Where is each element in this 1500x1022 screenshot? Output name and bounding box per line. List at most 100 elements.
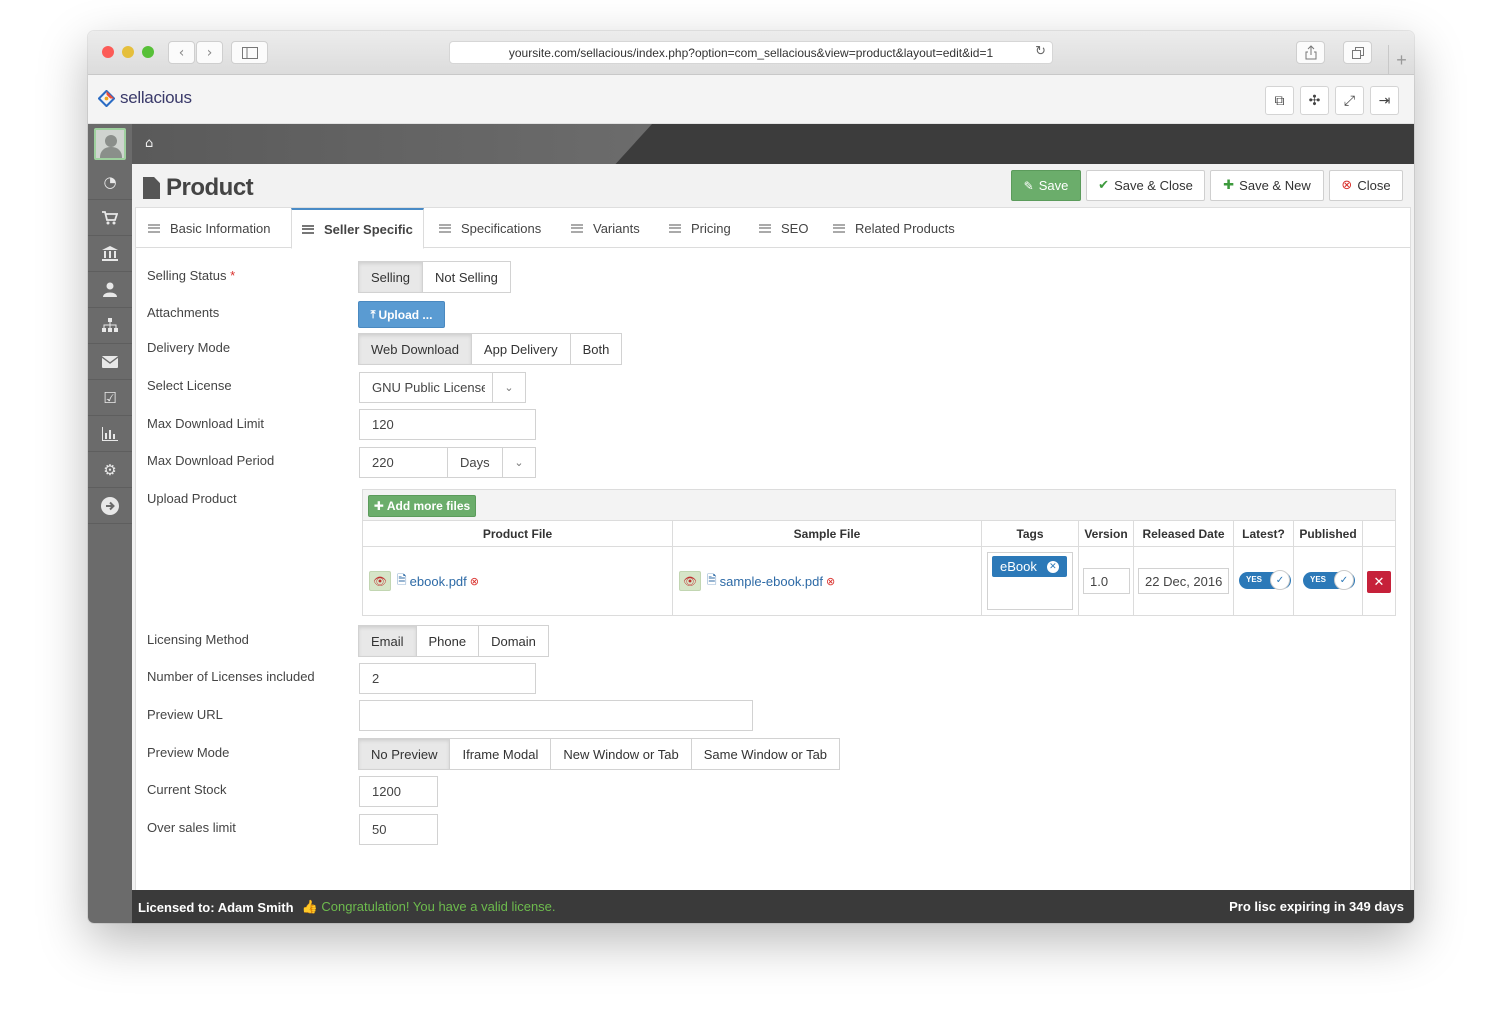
avatar-head bbox=[105, 135, 117, 147]
sidebar-item-messages[interactable] bbox=[88, 344, 132, 380]
both-option[interactable]: Both bbox=[569, 333, 623, 365]
eye-icon[interactable]: 👁 bbox=[679, 571, 701, 591]
not-selling-option[interactable]: Not Selling bbox=[422, 261, 511, 293]
forward-button[interactable]: › bbox=[196, 41, 223, 64]
sidebar-item-settings[interactable]: ⚙ bbox=[88, 452, 132, 488]
tab-specifications[interactable]: Specifications bbox=[429, 208, 551, 248]
edit-icon: ✎ bbox=[1023, 178, 1034, 193]
share-button[interactable] bbox=[1296, 41, 1325, 64]
delete-row-button[interactable]: ✕ bbox=[1367, 571, 1391, 593]
new-tab-button[interactable]: + bbox=[1388, 45, 1414, 75]
valid-license-text: Congratulation! You have a valid license… bbox=[321, 899, 556, 914]
iframe-modal-option[interactable]: Iframe Modal bbox=[449, 738, 552, 770]
app-delivery-option[interactable]: App Delivery bbox=[470, 333, 571, 365]
num-licenses-input[interactable]: 2 bbox=[359, 663, 536, 694]
tab-label: Related Products bbox=[855, 220, 955, 236]
checkbox-icon: ☑ bbox=[103, 388, 117, 407]
sidebar-item-orders[interactable] bbox=[88, 200, 132, 236]
save-new-button[interactable]: ✚ Save & New bbox=[1210, 170, 1324, 201]
sidebar-item-catalogue[interactable] bbox=[88, 236, 132, 272]
sidebar-item-collapse[interactable] bbox=[88, 488, 132, 524]
tab-label: Variants bbox=[593, 220, 640, 236]
minimize-window-button[interactable] bbox=[122, 46, 134, 58]
max-download-period-label: Max Download Period bbox=[147, 453, 275, 468]
fullscreen-button[interactable]: ⤢ bbox=[1335, 86, 1364, 115]
new-window-option[interactable]: New Window or Tab bbox=[550, 738, 692, 770]
period-unit-select[interactable]: Days ⌄ bbox=[447, 447, 536, 478]
current-stock-input[interactable]: 1200 bbox=[359, 776, 438, 807]
phone-option[interactable]: Phone bbox=[415, 625, 480, 657]
latest-toggle[interactable]: YES ✓ bbox=[1239, 570, 1291, 590]
selling-status-label-text: Selling Status bbox=[147, 268, 227, 283]
sidebar-icon bbox=[241, 46, 258, 59]
sample-file-cell: 👁 🗎 sample-ebook.pdf ⊗ bbox=[673, 547, 982, 615]
sidebar-item-users[interactable] bbox=[88, 272, 132, 308]
upload-label: Upload ... bbox=[378, 307, 433, 322]
tab-variants[interactable]: Variants bbox=[561, 208, 650, 248]
upload-button[interactable]: ⤒ Upload ... bbox=[358, 301, 445, 328]
latest-cell: YES ✓ bbox=[1234, 547, 1294, 615]
max-download-limit-input[interactable]: 120 bbox=[359, 409, 536, 440]
valid-license-message: 👍 Congratulation! You have a valid licen… bbox=[302, 899, 556, 915]
tab-label: Pricing bbox=[691, 220, 731, 236]
avatar[interactable] bbox=[94, 128, 126, 160]
remove-tag-icon[interactable]: ✕ bbox=[1046, 560, 1059, 573]
remove-file-icon[interactable]: ⊗ bbox=[826, 575, 835, 588]
product-file-link[interactable]: 🗎 ebook.pdf ⊗ bbox=[397, 571, 479, 592]
reload-icon[interactable]: ↻ bbox=[1035, 44, 1046, 59]
save-close-button[interactable]: ✔ Save & Close bbox=[1086, 170, 1205, 201]
open-site-button[interactable]: ⧉ bbox=[1265, 86, 1294, 115]
logo-text: sellacious bbox=[120, 88, 192, 107]
external-link-icon: ⧉ bbox=[1274, 92, 1285, 109]
logo[interactable]: sellacious bbox=[98, 88, 192, 108]
sidebar-item-tasks[interactable]: ☑ bbox=[88, 380, 132, 416]
address-bar[interactable]: yoursite.com/sellacious/index.php?option… bbox=[449, 41, 1053, 64]
eye-icon[interactable]: 👁 bbox=[369, 571, 391, 591]
tabs-overview-button[interactable] bbox=[1343, 41, 1372, 64]
tab-label: Basic Information bbox=[170, 220, 271, 236]
remove-file-icon[interactable]: ⊗ bbox=[470, 575, 479, 588]
sidebar-item-dashboard[interactable]: ◔ bbox=[88, 164, 132, 200]
preview-url-input[interactable] bbox=[359, 700, 753, 731]
joomla-button[interactable]: ✣ bbox=[1300, 86, 1329, 115]
over-sales-limit-input[interactable]: 50 bbox=[359, 814, 438, 845]
logout-button[interactable]: ⇥ bbox=[1370, 86, 1399, 115]
breadcrumb-background bbox=[132, 124, 652, 164]
tab-seller-specific[interactable]: Seller Specific bbox=[291, 208, 424, 249]
home-icon[interactable]: ⌂ bbox=[145, 136, 153, 151]
close-button[interactable]: ⊗ Close bbox=[1329, 170, 1403, 201]
selling-option[interactable]: Selling bbox=[358, 261, 424, 293]
sidebar-toggle-button[interactable] bbox=[231, 41, 268, 64]
no-preview-option[interactable]: No Preview bbox=[358, 738, 451, 770]
tags-input[interactable]: eBook ✕ bbox=[987, 552, 1073, 610]
tab-pricing[interactable]: Pricing bbox=[659, 208, 741, 248]
select-license-label: Select License bbox=[147, 378, 232, 393]
list-icon bbox=[302, 224, 314, 234]
back-button[interactable]: ‹ bbox=[168, 41, 195, 64]
url-text: yoursite.com/sellacious/index.php?option… bbox=[508, 45, 994, 60]
tab-seo[interactable]: SEO bbox=[749, 208, 818, 248]
web-download-option[interactable]: Web Download bbox=[358, 333, 472, 365]
tag-chip: eBook ✕ bbox=[992, 556, 1067, 577]
save-button[interactable]: ✎ Save bbox=[1011, 170, 1081, 201]
license-select[interactable]: GNU Public License v ⌄ bbox=[359, 372, 526, 403]
same-window-option[interactable]: Same Window or Tab bbox=[690, 738, 841, 770]
tab-basic-information[interactable]: Basic Information bbox=[138, 208, 280, 248]
released-date-input[interactable]: 22 Dec, 2016 bbox=[1138, 568, 1229, 594]
email-option[interactable]: Email bbox=[358, 625, 417, 657]
license-select-value: GNU Public License v bbox=[372, 380, 485, 395]
max-download-period-input[interactable]: 220 bbox=[359, 447, 448, 478]
close-window-button[interactable] bbox=[102, 46, 114, 58]
published-toggle-label: YES bbox=[1310, 575, 1327, 584]
version-input[interactable]: 1.0 bbox=[1083, 568, 1130, 594]
sample-file-link[interactable]: 🗎 sample-ebook.pdf ⊗ bbox=[707, 571, 835, 592]
published-toggle[interactable]: YES ✓ bbox=[1303, 570, 1355, 590]
sidebar-item-categories[interactable] bbox=[88, 308, 132, 344]
maximize-window-button[interactable] bbox=[142, 46, 154, 58]
sidebar-item-reports[interactable] bbox=[88, 416, 132, 452]
tab-related-products[interactable]: Related Products bbox=[823, 208, 965, 248]
add-more-files-button[interactable]: ✚ Add more files bbox=[368, 495, 476, 517]
arrow-circle-right-icon bbox=[101, 496, 119, 515]
selling-status-group: Selling Not Selling bbox=[358, 261, 511, 293]
domain-option[interactable]: Domain bbox=[478, 625, 549, 657]
